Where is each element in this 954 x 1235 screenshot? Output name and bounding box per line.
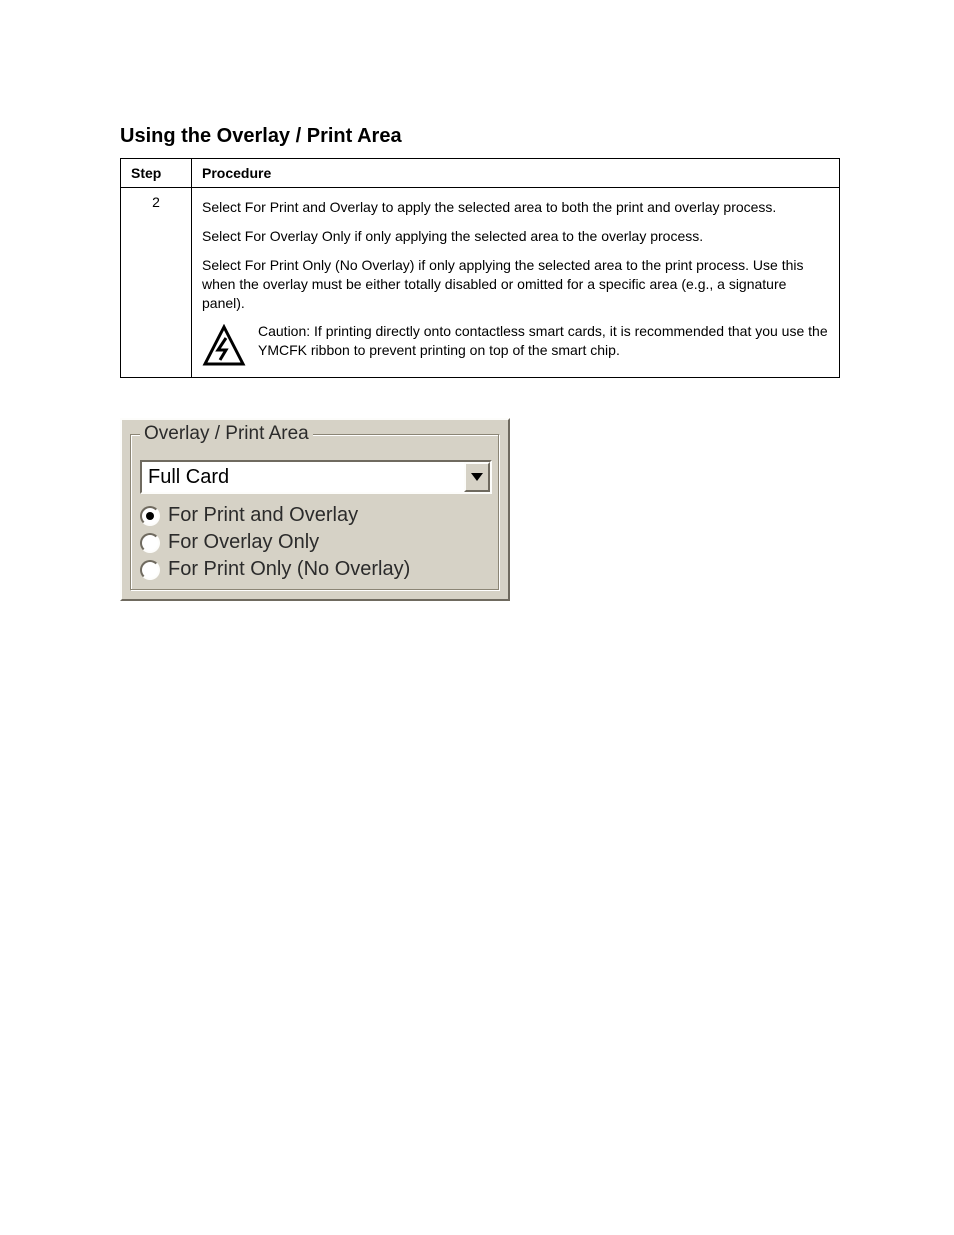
table-row: 2 Select For Print and Overlay to apply … bbox=[121, 188, 840, 378]
step-para: Select For Overlay Only if only applying… bbox=[202, 227, 829, 246]
radio-print-only[interactable]: For Print Only (No Overlay) bbox=[140, 558, 496, 581]
radio-label: For Overlay Only bbox=[168, 531, 319, 554]
overlay-area-select[interactable]: Full Card bbox=[140, 460, 492, 494]
section-heading: Using the Overlay / Print Area bbox=[120, 125, 844, 148]
col-step: Step bbox=[121, 159, 192, 188]
caution-block: Caution: If printing directly onto conta… bbox=[202, 322, 829, 371]
step-body: Select For Print and Overlay to apply th… bbox=[192, 188, 840, 378]
step-number: 2 bbox=[121, 188, 192, 378]
warning-icon bbox=[202, 324, 246, 371]
step-para: Select For Print Only (No Overlay) if on… bbox=[202, 256, 829, 313]
radio-icon bbox=[140, 533, 160, 553]
group-legend: Overlay / Print Area bbox=[140, 423, 313, 445]
select-value: Full Card bbox=[142, 462, 464, 492]
chevron-down-icon bbox=[471, 468, 483, 486]
radio-label: For Print Only (No Overlay) bbox=[168, 558, 410, 581]
radio-print-and-overlay[interactable]: For Print and Overlay bbox=[140, 504, 496, 527]
radio-label: For Print and Overlay bbox=[168, 504, 358, 527]
radio-dot-icon bbox=[146, 512, 154, 520]
step-para: Select For Print and Overlay to apply th… bbox=[202, 198, 829, 217]
radio-overlay-only[interactable]: For Overlay Only bbox=[140, 531, 496, 554]
radio-icon bbox=[140, 506, 160, 526]
col-procedure: Procedure bbox=[192, 159, 840, 188]
caution-text: Caution: If printing directly onto conta… bbox=[258, 322, 829, 360]
dropdown-button[interactable] bbox=[464, 462, 490, 492]
procedure-table: Step Procedure 2 Select For Print and Ov… bbox=[120, 158, 840, 378]
overlay-print-area-group: Overlay / Print Area Full Card For Print… bbox=[120, 418, 510, 601]
radio-icon bbox=[140, 560, 160, 580]
